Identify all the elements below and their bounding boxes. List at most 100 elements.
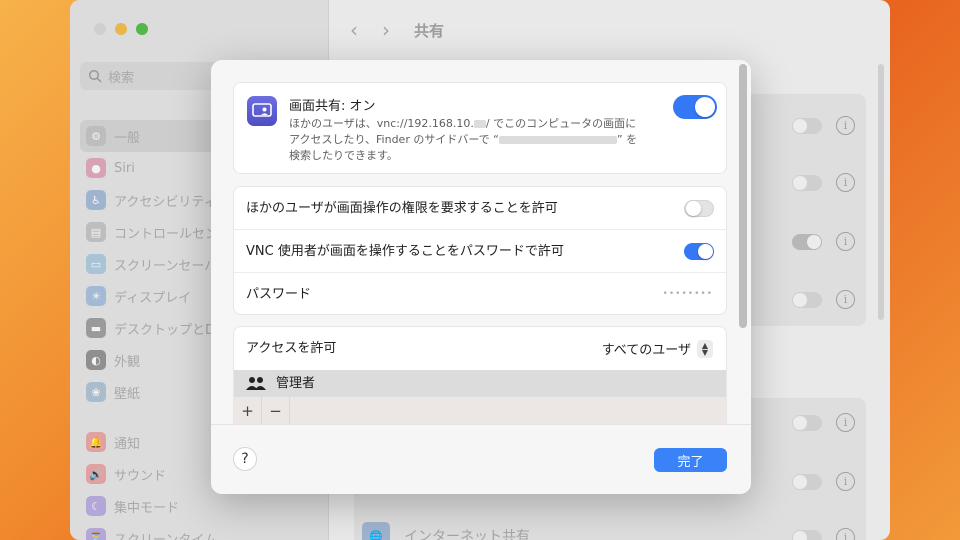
redacted-text: [498, 136, 617, 144]
main-scrollbar[interactable]: [878, 64, 884, 320]
request-permission-toggle[interactable]: [684, 200, 714, 217]
up-down-chevron-icon: ▲ ▼: [697, 339, 713, 358]
sidebar-item-label: スクリーンセーバ: [114, 258, 218, 274]
desc-text: / でこのコンピュータの画面に: [485, 117, 637, 130]
service-row-controls: i: [792, 528, 855, 540]
sidebar-item-label: アクセシビリティ: [114, 194, 217, 210]
info-icon[interactable]: i: [836, 413, 855, 432]
screen-sharing-card: 画面共有: オン ほかのユーザは、vnc://192.168.10. / でこのコ…: [233, 82, 727, 174]
desc-text: ” を: [616, 133, 638, 146]
sheet-scroll-area: 画面共有: オン ほかのユーザは、vnc://192.168.10. / でこのコ…: [211, 60, 751, 424]
search-icon: [88, 69, 102, 83]
screensaver-icon: ▭: [86, 254, 106, 274]
desc-text: ほかのユーザは、vnc://192.168.10.: [289, 117, 474, 130]
control-center-icon: ▤: [86, 222, 106, 242]
vnc-password-toggle[interactable]: [684, 243, 714, 260]
globe-icon: 🌐: [362, 522, 390, 540]
screen-sharing-description: ほかのユーザは、vnc://192.168.10. / でこのコンピュータの画面に…: [289, 116, 665, 164]
forward-chevron-icon[interactable]: ›: [382, 18, 390, 42]
sidebar-item-label: 一般: [114, 130, 141, 146]
screen-time-icon: ⏳: [86, 528, 106, 540]
sheet-footer: ? 完了: [211, 424, 751, 494]
sidebar-item-label: 集中モード: [114, 500, 180, 516]
sidebar-item-label: 壁紙: [114, 386, 141, 402]
info-icon[interactable]: i: [836, 173, 855, 192]
vnc-password-label: VNC 使用者が画面を操作することをパスワードで許可: [246, 244, 564, 259]
display-icon: ☀: [86, 286, 106, 306]
info-icon[interactable]: i: [836, 528, 855, 540]
access-label: アクセスを許可: [246, 341, 337, 356]
add-user-button[interactable]: +: [234, 397, 262, 424]
service-toggle[interactable]: [792, 473, 822, 490]
desc-text: アクセスしたり、Finder のサイドバーで “: [289, 133, 499, 146]
sidebar-item-label: スクリーンタイム: [114, 532, 218, 540]
desc-text: 検索したりできます。: [289, 149, 398, 162]
focus-icon: ☾: [86, 496, 106, 516]
accessibility-icon: ♿: [86, 190, 106, 210]
user-name: 管理者: [276, 376, 316, 391]
add-remove-bar: + −: [234, 397, 726, 424]
info-icon[interactable]: i: [836, 232, 855, 251]
sidebar-item-label: サウンド: [114, 468, 167, 484]
service-row-controls: i: [792, 290, 855, 309]
access-select-value: すべてのユーザ: [601, 343, 691, 358]
service-row-controls: i: [792, 472, 855, 491]
page-title: 共有: [414, 21, 445, 40]
options-card: ほかのユーザが画面操作の権限を要求することを許可 VNC 使用者が画面を操作する…: [233, 186, 727, 315]
sidebar-item[interactable]: ⏳ スクリーンタイム: [80, 522, 318, 540]
sidebar-item[interactable]: ☾ 集中モード: [80, 490, 318, 522]
main-header: ‹ › 共有: [350, 18, 444, 42]
sidebar-item-label: Siri: [114, 160, 135, 176]
info-icon[interactable]: i: [836, 472, 855, 491]
service-toggle[interactable]: [792, 414, 822, 431]
vnc-password-row: VNC 使用者が画面を操作することをパスワードで許可: [234, 230, 726, 273]
password-row: パスワード ••••••••: [234, 273, 726, 316]
minimize-window-button[interactable]: [115, 23, 127, 35]
screen-sharing-title: 画面共有: オン: [289, 99, 376, 114]
screen-sharing-toggle[interactable]: [673, 95, 717, 119]
service-row-controls: i: [792, 413, 855, 432]
internet-sharing-row[interactable]: 🌐 インターネット共有: [362, 522, 530, 540]
done-button[interactable]: 完了: [654, 448, 727, 472]
appearance-icon: ◐: [86, 350, 106, 370]
redacted-text: [473, 120, 486, 128]
request-permission-label: ほかのユーザが画面操作の権限を要求することを許可: [246, 201, 558, 216]
back-chevron-icon[interactable]: ‹: [350, 18, 358, 42]
sidebar-item-label: 通知: [114, 436, 141, 452]
sidebar-item-label: 外観: [114, 354, 141, 370]
zoom-window-button[interactable]: [136, 23, 148, 35]
screen-sharing-icon: [247, 96, 277, 126]
service-toggle[interactable]: [792, 233, 822, 250]
internet-sharing-label: インターネット共有: [404, 529, 530, 540]
access-select[interactable]: すべてのユーザ ▲ ▼: [602, 339, 713, 358]
dock-icon: ▬: [86, 318, 106, 338]
access-card: アクセスを許可 すべてのユーザ ▲ ▼ 管理者 + −: [233, 326, 727, 424]
search-placeholder: 検索: [108, 70, 135, 86]
service-toggle[interactable]: [792, 117, 822, 134]
service-toggle[interactable]: [792, 174, 822, 191]
notification-icon: 🔔: [86, 432, 106, 452]
gear-icon: ⚙: [86, 126, 106, 146]
service-row-controls: i: [792, 116, 855, 135]
sound-icon: 🔊: [86, 464, 106, 484]
sheet-scrollbar[interactable]: [739, 64, 747, 328]
screen-sharing-sheet: 画面共有: オン ほかのユーザは、vnc://192.168.10. / でこのコ…: [211, 60, 751, 494]
info-icon[interactable]: i: [836, 290, 855, 309]
service-row-controls: i: [792, 173, 855, 192]
access-row: アクセスを許可 すべてのユーザ ▲ ▼: [234, 327, 726, 370]
sidebar-item-label: ディスプレイ: [114, 290, 192, 306]
service-row-controls: i: [792, 232, 855, 251]
siri-icon: ●: [86, 158, 106, 178]
wallpaper-icon: ❀: [86, 382, 106, 402]
request-permission-row: ほかのユーザが画面操作の権限を要求することを許可: [234, 187, 726, 230]
close-window-button[interactable]: [94, 23, 106, 35]
password-label: パスワード: [246, 287, 312, 302]
service-toggle[interactable]: [792, 529, 822, 540]
user-list-row[interactable]: 管理者: [234, 370, 726, 397]
info-icon[interactable]: i: [836, 116, 855, 135]
group-icon: [246, 377, 266, 390]
service-toggle[interactable]: [792, 291, 822, 308]
remove-user-button[interactable]: −: [262, 397, 290, 424]
help-button[interactable]: ?: [233, 447, 257, 471]
password-field[interactable]: ••••••••: [663, 273, 713, 316]
